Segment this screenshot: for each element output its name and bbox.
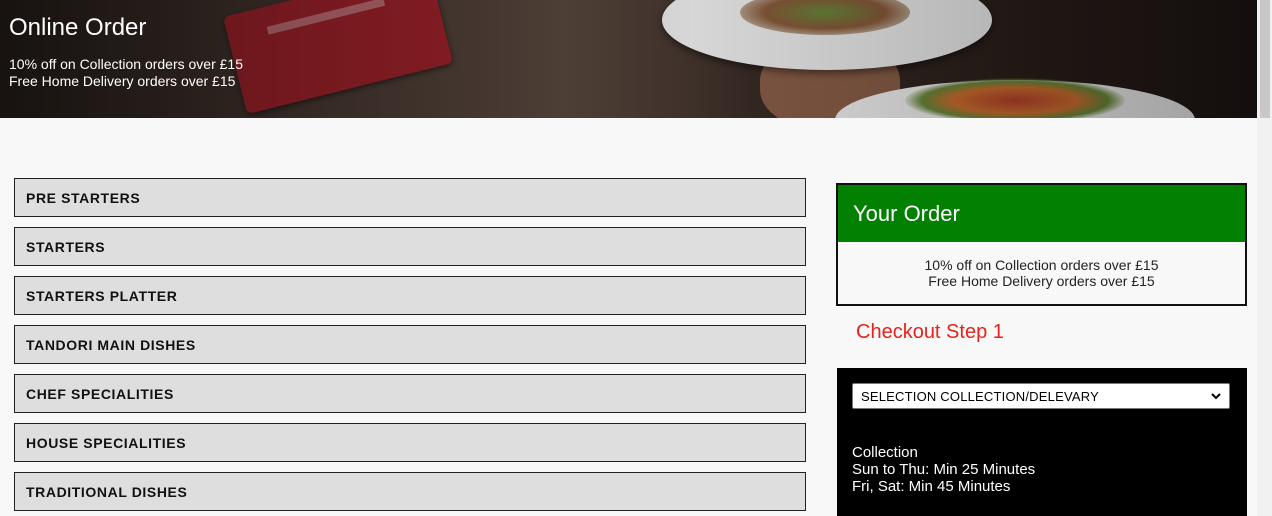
- category-tandori-main-dishes[interactable]: TANDORI MAIN DISHES: [14, 325, 806, 364]
- your-order-panel: Your Order 10% off on Collection orders …: [836, 183, 1247, 306]
- category-starters[interactable]: STARTERS: [14, 227, 806, 266]
- checkout-step-label: Checkout Step 1: [856, 321, 1004, 343]
- delivery-offer-text: Free Home Delivery orders over £15: [9, 73, 236, 89]
- hero-banner: Online Order 10% off on Collection order…: [0, 0, 1257, 118]
- collection-offer-text: 10% off on Collection orders over £15: [9, 56, 243, 72]
- collection-time-fri-sat: Fri, Sat: Min 45 Minutes: [852, 478, 1011, 495]
- category-traditional-dishes[interactable]: TRADITIONAL DISHES: [14, 472, 806, 511]
- category-house-specialities[interactable]: HOUSE SPECIALITIES: [14, 423, 806, 462]
- your-order-title: Your Order: [838, 185, 1245, 242]
- order-delivery-offer: Free Home Delivery orders over £15: [928, 273, 1155, 289]
- menu-category-list: PRE STARTERS STARTERS STARTERS PLATTER T…: [14, 178, 806, 516]
- category-chef-specialities[interactable]: CHEF SPECIALITIES: [14, 374, 806, 413]
- page-title: Online Order: [9, 14, 147, 41]
- category-starters-platter[interactable]: STARTERS PLATTER: [14, 276, 806, 315]
- category-pre-starters[interactable]: PRE STARTERS: [14, 178, 806, 217]
- order-collection-offer: 10% off on Collection orders over £15: [924, 257, 1159, 273]
- select-value: SELECTION COLLECTION/DELEVARY: [861, 388, 1099, 404]
- scrollbar-thumb[interactable]: [1260, 0, 1270, 118]
- collection-time-sun-thu: Sun to Thu: Min 25 Minutes: [852, 461, 1036, 478]
- collection-delivery-select[interactable]: SELECTION COLLECTION/DELEVARY: [852, 383, 1230, 409]
- collection-heading: Collection: [852, 444, 918, 461]
- chevron-down-icon: [1211, 393, 1221, 400]
